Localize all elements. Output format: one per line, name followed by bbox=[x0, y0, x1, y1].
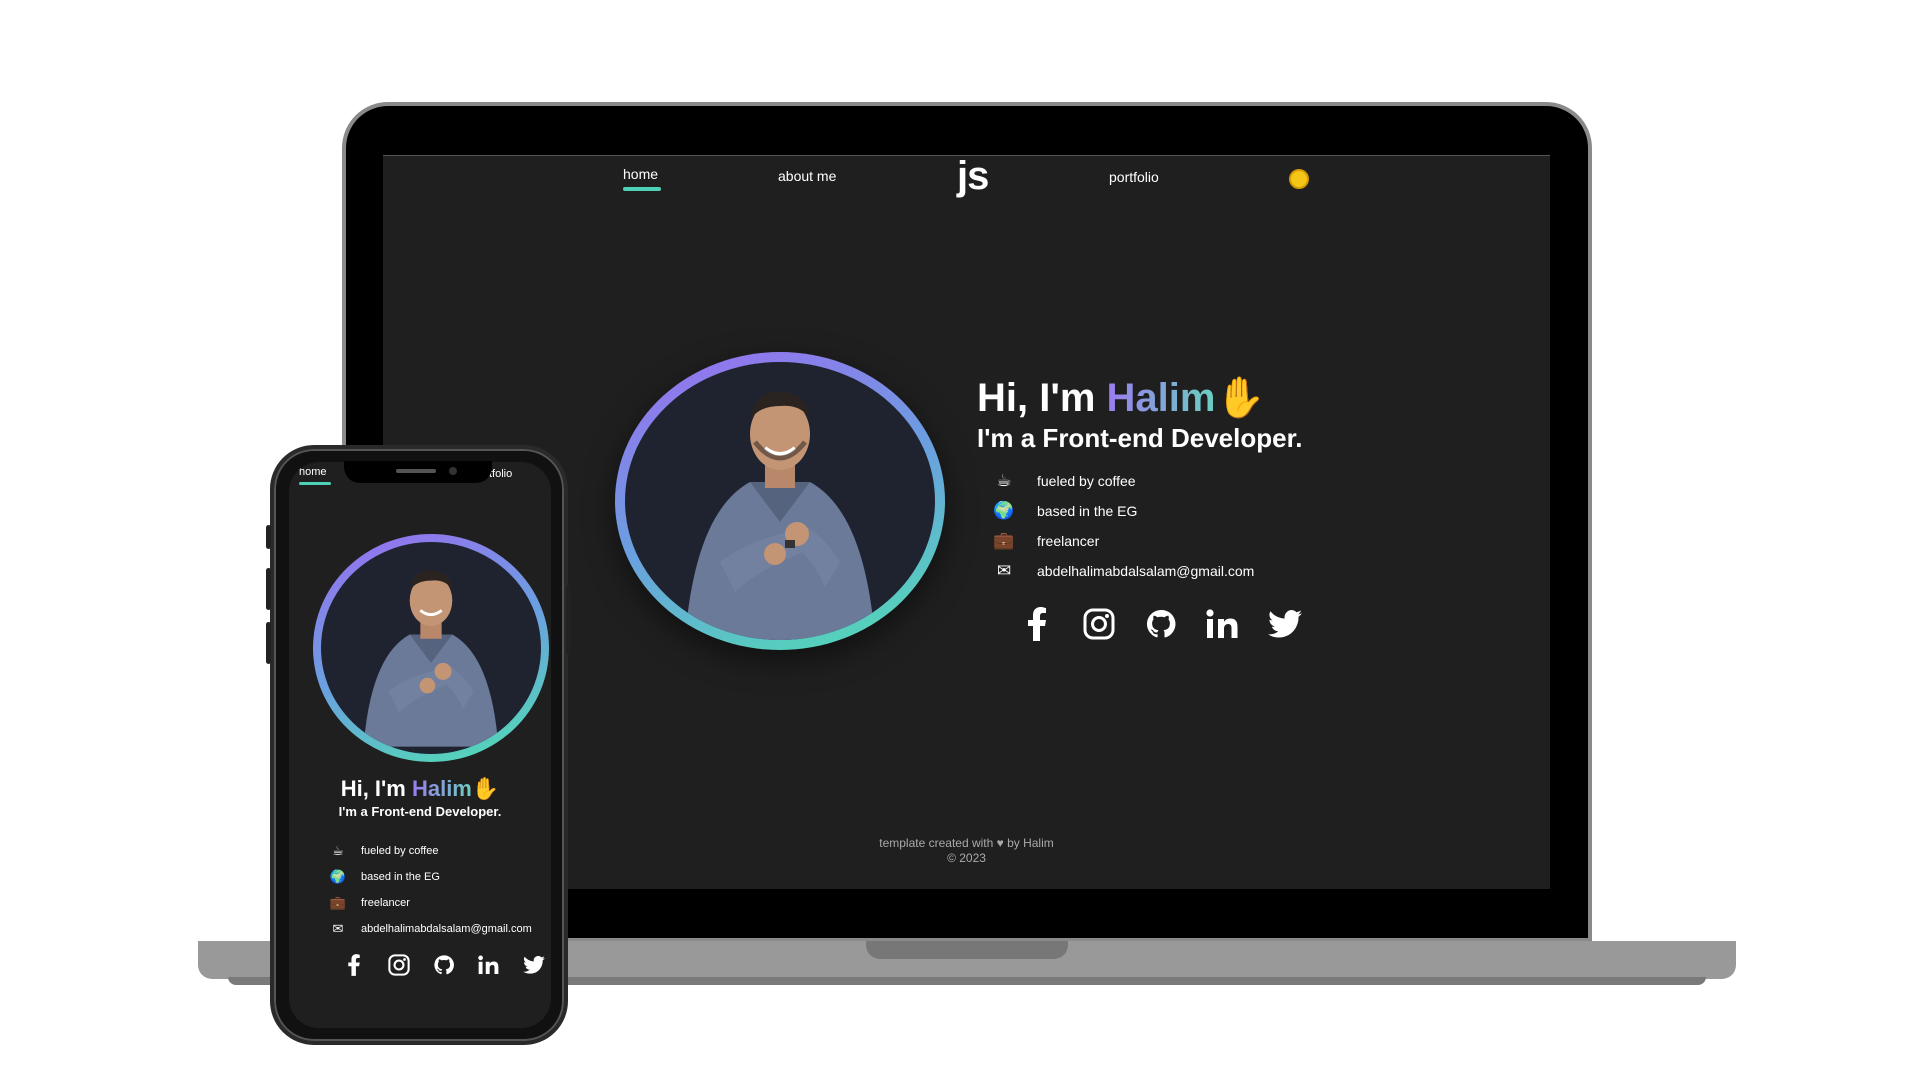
person-illustration bbox=[685, 391, 875, 640]
envelope-icon: ✉ bbox=[996, 561, 1012, 580]
fact-text: based in the EG bbox=[361, 871, 440, 883]
profile-photo-frame bbox=[615, 352, 945, 650]
twitter-icon[interactable] bbox=[1265, 604, 1305, 644]
hero-name: Halim bbox=[1106, 376, 1216, 420]
github-icon[interactable] bbox=[1141, 604, 1181, 644]
linkedin-icon[interactable] bbox=[1203, 604, 1243, 644]
hero-greeting: Hi, I'm Halim✋ bbox=[977, 374, 1327, 421]
profile-photo-frame bbox=[313, 534, 549, 762]
top-nav: home about me js portfolio bbox=[383, 156, 1550, 216]
fact-text: freelancer bbox=[361, 897, 410, 909]
phone-volume-down-button bbox=[266, 622, 271, 664]
globe-icon: 🌍 bbox=[329, 869, 347, 884]
fact-item: 💼 freelancer bbox=[327, 890, 532, 916]
person-illustration bbox=[363, 570, 499, 747]
phone-power-button bbox=[566, 585, 571, 655]
phone-volume-up-button bbox=[266, 568, 271, 610]
nav-portfolio[interactable]: portfolio bbox=[1109, 169, 1159, 185]
email-link[interactable]: abdelhalimabdalsalam@gmail.com bbox=[1037, 563, 1254, 579]
greeting-prefix: Hi, I'm bbox=[340, 776, 412, 801]
active-nav-indicator bbox=[623, 187, 661, 191]
phone-speaker bbox=[396, 469, 436, 473]
fact-item: 🌍 based in the EG bbox=[991, 496, 1327, 526]
briefcase-icon: 💼 bbox=[993, 531, 1015, 550]
coffee-icon: ☕ bbox=[332, 843, 344, 858]
instagram-icon[interactable] bbox=[1079, 604, 1119, 644]
device-mockup: home about me js portfolio Hi, I'm Halim… bbox=[0, 0, 1920, 1080]
profile-photo bbox=[321, 542, 541, 754]
nav-home-label: home bbox=[299, 466, 327, 478]
phone-screen: home tfolio Hi, I'm Halim✋ I'm a Front-e… bbox=[289, 462, 551, 1028]
greeting-prefix: Hi, I'm bbox=[977, 376, 1107, 420]
fact-text: freelancer bbox=[1037, 533, 1100, 549]
envelope-icon: ✉ bbox=[332, 921, 344, 936]
wave-icon: ✋ bbox=[471, 776, 500, 801]
fact-text: fueled by coffee bbox=[1037, 473, 1136, 489]
nav-portfolio[interactable]: tfolio bbox=[489, 468, 512, 480]
hero-greeting: Hi, I'm Halim✋ bbox=[289, 776, 551, 802]
linkedin-icon[interactable] bbox=[474, 950, 504, 980]
social-links bbox=[339, 950, 551, 980]
fact-text: fueled by coffee bbox=[361, 845, 439, 857]
nav-home[interactable]: home bbox=[623, 166, 661, 191]
twitter-icon[interactable] bbox=[519, 950, 549, 980]
profile-photo bbox=[625, 362, 935, 640]
theme-toggle-icon[interactable] bbox=[1289, 169, 1309, 189]
phone-mute-button bbox=[266, 525, 271, 549]
fact-list: ☕ fueled by coffee 🌍 based in the EG 💼 f… bbox=[991, 466, 1327, 586]
fact-item: ☕ fueled by coffee bbox=[327, 838, 532, 864]
hero-name: Halim bbox=[411, 776, 472, 801]
fact-item: 💼 freelancer bbox=[991, 526, 1327, 556]
fact-item: ✉ abdelhalimabdalsalam@gmail.com bbox=[991, 556, 1327, 586]
github-icon[interactable] bbox=[429, 950, 459, 980]
hero-subtitle: I'm a Front-end Developer. bbox=[977, 423, 1303, 453]
hero-intro: Hi, I'm Halim✋ I'm a Front-end Developer… bbox=[289, 776, 551, 819]
phone-camera-icon bbox=[449, 467, 457, 475]
facebook-icon[interactable] bbox=[339, 950, 369, 980]
logo[interactable]: js bbox=[957, 156, 989, 199]
nav-about-me[interactable]: about me bbox=[778, 168, 836, 184]
fact-list: ☕ fueled by coffee 🌍 based in the EG 💼 f… bbox=[327, 838, 532, 942]
active-nav-indicator bbox=[299, 482, 331, 485]
wave-icon: ✋ bbox=[1215, 376, 1266, 420]
coffee-icon: ☕ bbox=[996, 471, 1012, 490]
globe-icon: 🌍 bbox=[993, 501, 1015, 520]
social-links bbox=[1017, 604, 1327, 644]
fact-item: ✉ abdelhalimabdalsalam@gmail.com bbox=[327, 916, 532, 942]
fact-text: based in the EG bbox=[1037, 503, 1138, 519]
fact-item: ☕ fueled by coffee bbox=[991, 466, 1327, 496]
instagram-icon[interactable] bbox=[384, 950, 414, 980]
facebook-icon[interactable] bbox=[1017, 604, 1057, 644]
nav-home[interactable]: home bbox=[299, 466, 331, 485]
fact-item: 🌍 based in the EG bbox=[327, 864, 532, 890]
laptop-trackpad-notch bbox=[866, 941, 1068, 959]
hero-intro: Hi, I'm Halim✋ I'm a Front-end Developer… bbox=[977, 374, 1327, 644]
hero-subtitle: I'm a Front-end Developer. bbox=[338, 804, 502, 819]
nav-home-label: home bbox=[623, 166, 659, 182]
briefcase-icon: 💼 bbox=[329, 895, 347, 910]
email-link[interactable]: abdelhalimabdalsalam@gmail.com bbox=[361, 923, 532, 935]
